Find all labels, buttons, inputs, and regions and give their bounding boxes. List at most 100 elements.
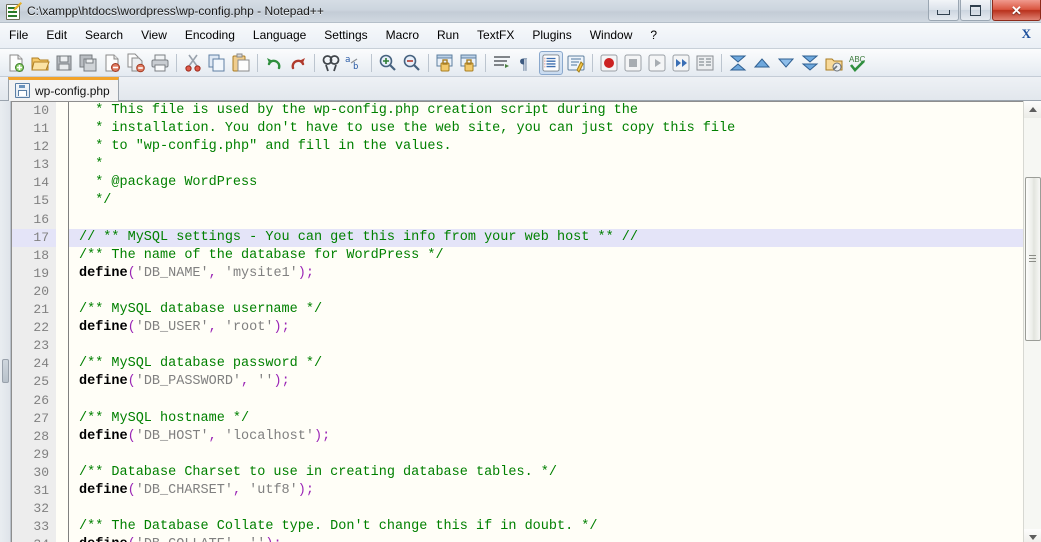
print-icon[interactable]	[149, 52, 171, 74]
code-text[interactable]: define('DB_COLLATE', '');	[69, 536, 1023, 542]
menu-window[interactable]: Window	[581, 25, 642, 46]
code-text[interactable]	[69, 337, 1023, 355]
save-icon[interactable]	[53, 52, 75, 74]
menu-textfx[interactable]: TextFX	[468, 25, 523, 46]
redo-icon[interactable]	[287, 52, 309, 74]
sync-horizontal-icon[interactable]	[458, 52, 480, 74]
fold-margin[interactable]	[56, 337, 69, 356]
code-line[interactable]: 21 /** MySQL database username */	[12, 301, 1023, 320]
code-text[interactable]: * to "wp-config.php" and fill in the val…	[69, 138, 1023, 156]
menu-settings[interactable]: Settings	[315, 25, 376, 46]
fold-margin[interactable]	[56, 445, 69, 464]
new-file-icon[interactable]	[5, 52, 27, 74]
sync-vertical-icon[interactable]	[434, 52, 456, 74]
code-text[interactable]: * installation. You don't have to use th…	[69, 120, 1023, 138]
fold-margin[interactable]	[56, 210, 69, 229]
word-wrap-icon[interactable]	[491, 52, 513, 74]
fold-margin[interactable]	[56, 156, 69, 175]
fold-margin[interactable]	[56, 264, 69, 283]
code-line[interactable]: 16	[12, 210, 1023, 229]
code-text[interactable]	[69, 446, 1023, 464]
code-line[interactable]: 11 * installation. You don't have to use…	[12, 120, 1023, 139]
code-line[interactable]: 19 define('DB_NAME', 'mysite1');	[12, 264, 1023, 283]
code-text[interactable]: /** Database Charset to use in creating …	[69, 464, 1023, 482]
code-text[interactable]: /** MySQL database username */	[69, 301, 1023, 319]
code-text[interactable]: define('DB_PASSWORD', '');	[69, 373, 1023, 391]
code-text[interactable]: /** MySQL database password */	[69, 355, 1023, 373]
fold-margin[interactable]	[56, 246, 69, 265]
menu-macro[interactable]: Macro	[377, 25, 428, 46]
fold-margin[interactable]	[56, 228, 69, 247]
play-macro-icon[interactable]	[646, 52, 668, 74]
code-editor[interactable]: 10 * This file is used by the wp-config.…	[11, 101, 1023, 542]
code-text[interactable]	[69, 500, 1023, 518]
menu-edit[interactable]: Edit	[37, 25, 76, 46]
fold-margin[interactable]	[56, 120, 69, 139]
paste-icon[interactable]	[230, 52, 252, 74]
save-macro-icon[interactable]	[694, 52, 716, 74]
maximize-button[interactable]	[960, 0, 991, 21]
fold-margin[interactable]	[56, 355, 69, 374]
replace-icon[interactable]: ab	[344, 52, 366, 74]
vertical-scrollbar[interactable]	[1023, 101, 1041, 542]
code-line[interactable]: 22 define('DB_USER', 'root');	[12, 319, 1023, 338]
close-document-button[interactable]: X	[1022, 26, 1031, 42]
code-line[interactable]: 18 /** The name of the database for WordP…	[12, 246, 1023, 265]
code-text[interactable]: * @package WordPress	[69, 174, 1023, 192]
code-text[interactable]: /** The Database Collate type. Don't cha…	[69, 518, 1023, 536]
tab-wp-config-php[interactable]: wp-config.php	[8, 77, 119, 101]
zoom-out-icon[interactable]	[401, 52, 423, 74]
fold-margin[interactable]	[56, 536, 69, 542]
code-line[interactable]: 12 * to "wp-config.php" and fill in the …	[12, 138, 1023, 157]
code-text[interactable]	[69, 211, 1023, 229]
menu-view[interactable]: View	[132, 25, 176, 46]
fold-margin[interactable]	[56, 518, 69, 537]
code-text[interactable]	[69, 283, 1023, 301]
fold-margin[interactable]	[56, 500, 69, 519]
fold-margin[interactable]	[56, 373, 69, 392]
code-line[interactable]: 33 /** The Database Collate type. Don't c…	[12, 518, 1023, 537]
code-line[interactable]: 14 * @package WordPress	[12, 174, 1023, 193]
code-line[interactable]: 31 define('DB_CHARSET', 'utf8');	[12, 481, 1023, 501]
code-text[interactable]: /** MySQL hostname */	[69, 410, 1023, 428]
find-icon[interactable]	[320, 52, 342, 74]
fold-margin[interactable]	[56, 409, 69, 428]
code-line[interactable]: 29	[12, 445, 1023, 464]
indent-guide-icon[interactable]	[539, 50, 563, 75]
code-text[interactable]: /** The name of the database for WordPre…	[69, 247, 1023, 265]
menu-run[interactable]: Run	[428, 25, 468, 46]
menu-help[interactable]: ?	[641, 25, 666, 46]
code-text[interactable]	[69, 392, 1023, 410]
open-file-icon[interactable]	[29, 52, 51, 74]
fold-margin[interactable]	[56, 192, 69, 211]
code-line[interactable]: 17 // ** MySQL settings - You can get thi…	[12, 228, 1023, 247]
expand-all-icon[interactable]	[799, 52, 821, 74]
code-line[interactable]: 15 */	[12, 192, 1023, 211]
code-line[interactable]: 26	[12, 391, 1023, 410]
code-line[interactable]: 34 define('DB_COLLATE', '');	[12, 536, 1023, 542]
zoom-in-icon[interactable]	[377, 52, 399, 74]
code-line[interactable]: 13 *	[12, 156, 1023, 175]
fold-margin[interactable]	[56, 282, 69, 302]
record-macro-icon[interactable]	[598, 52, 620, 74]
code-text[interactable]: * This file is used by the wp-config.php…	[69, 102, 1023, 120]
code-line[interactable]: 27 /** MySQL hostname */	[12, 409, 1023, 428]
collapse-all-icon[interactable]	[727, 52, 749, 74]
code-text[interactable]: define('DB_CHARSET', 'utf8');	[69, 482, 1023, 500]
menu-file[interactable]: File	[0, 25, 37, 46]
fold-margin[interactable]	[56, 391, 69, 410]
save-all-icon[interactable]	[77, 52, 99, 74]
code-text[interactable]: define('DB_USER', 'root');	[69, 319, 1023, 337]
code-text[interactable]: define('DB_HOST', 'localhost');	[69, 428, 1023, 446]
user-language-icon[interactable]	[565, 52, 587, 74]
left-dock-strip[interactable]	[0, 101, 11, 542]
scrollbar-thumb[interactable]	[1025, 177, 1041, 341]
menu-plugins[interactable]: Plugins	[523, 25, 580, 46]
code-line[interactable]: 23	[12, 337, 1023, 356]
menu-encoding[interactable]: Encoding	[176, 25, 244, 46]
close-all-files-icon[interactable]	[125, 52, 147, 74]
code-line[interactable]: 25 define('DB_PASSWORD', '');	[12, 373, 1023, 392]
cut-icon[interactable]	[182, 52, 204, 74]
fold-margin[interactable]	[56, 138, 69, 157]
spell-check-icon[interactable]: ABC	[847, 52, 869, 74]
